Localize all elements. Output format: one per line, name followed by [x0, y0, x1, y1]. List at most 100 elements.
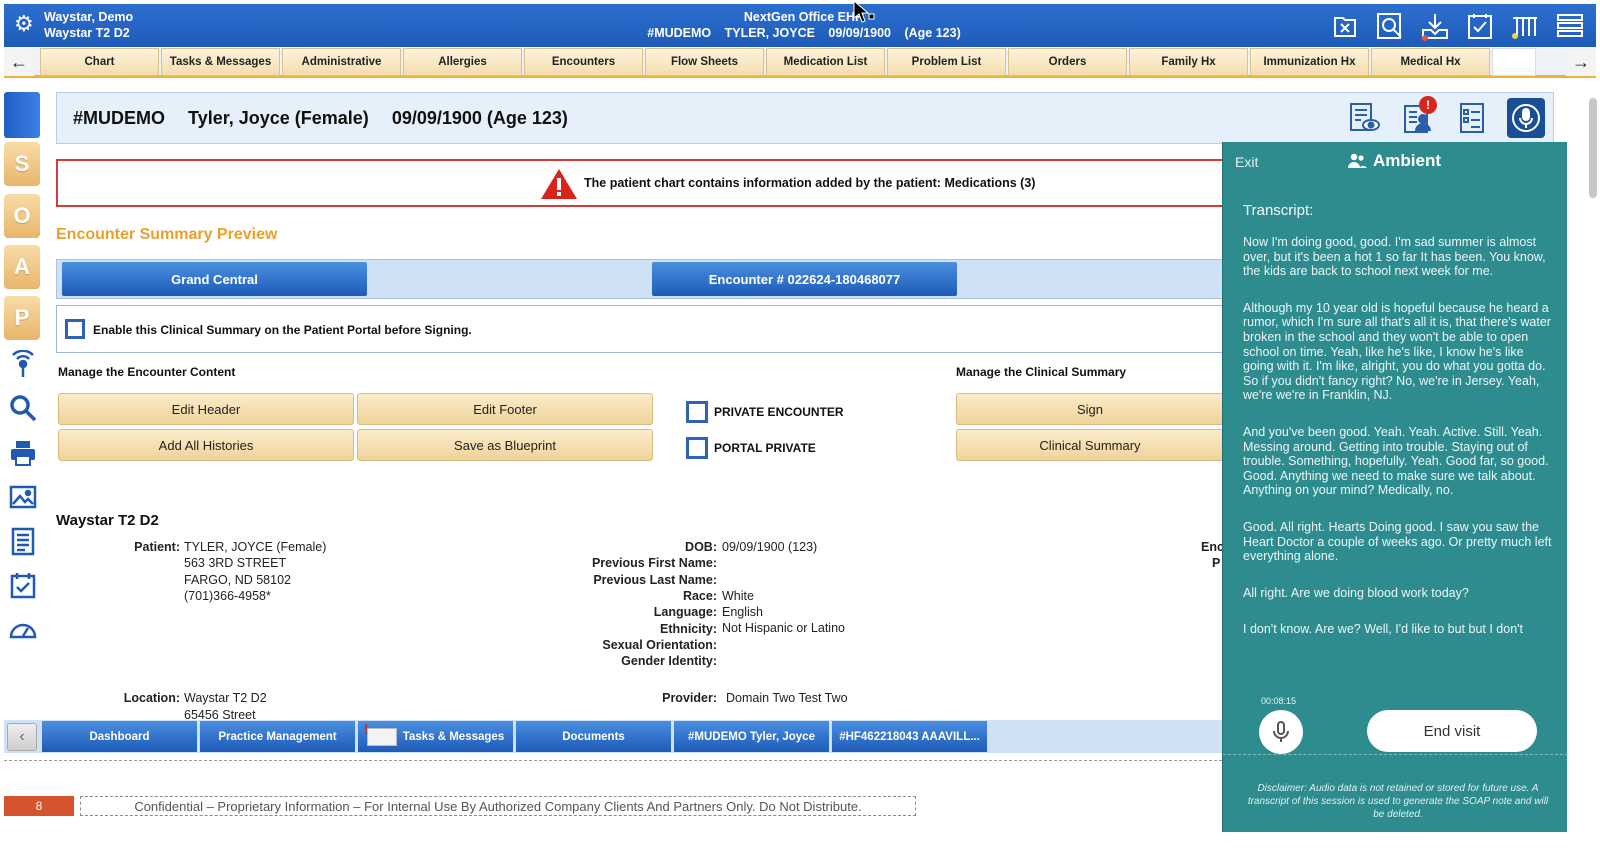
private-encounter-row: PRIVATE ENCOUNTER	[686, 401, 844, 423]
portal-private-row: PORTAL PRIVATE	[686, 437, 816, 459]
soap-o-button[interactable]: O	[4, 194, 40, 238]
nav-tab-medication-list[interactable]: Medication List	[766, 48, 885, 76]
scrollbar-thumb[interactable]	[1589, 98, 1597, 198]
enable-portal-checkbox[interactable]	[65, 319, 85, 339]
private-encounter-checkbox[interactable]	[686, 401, 708, 423]
clipped-label-p: P	[1212, 556, 1221, 570]
nav-tab-chart[interactable]: Chart	[40, 48, 159, 76]
sexual-orientation-label: Sexual Orientation:	[602, 637, 717, 652]
nav-right-arrow-icon[interactable]: →	[1566, 48, 1596, 76]
provider-label: Provider:	[662, 691, 717, 705]
nav-tab-encounters[interactable]: Encounters	[524, 48, 643, 76]
user-location: Waystar T2 D2	[44, 26, 130, 40]
notes-icon[interactable]	[8, 526, 38, 556]
patient-alert: The patient chart contains information a…	[56, 159, 1226, 207]
bottom-tab-patient-mudemo[interactable]: #MUDEMO Tyler, Joyce	[674, 721, 829, 752]
transcript-paragraph: Good. All right. Hearts Doing good. I sa…	[1243, 519, 1552, 564]
patient-address2: FARGO, ND 58102	[184, 573, 291, 587]
view-document-icon[interactable]	[1345, 98, 1383, 138]
page-number: 8	[4, 796, 74, 816]
prev-first-label: Previous First Name:	[591, 556, 717, 571]
bottom-tab-dashboard[interactable]: Dashboard	[42, 721, 197, 752]
bottom-tab-tasks-messages[interactable]: Tasks & Messages	[358, 721, 513, 752]
page-scrollbar[interactable]	[1567, 80, 1600, 848]
soap-p-button[interactable]: P	[4, 296, 40, 340]
nav-tab-immunization-hx[interactable]: Immunization Hx	[1250, 48, 1369, 76]
nav-tab-administrative[interactable]: Administrative	[282, 48, 401, 76]
private-encounter-label: PRIVATE ENCOUNTER	[714, 405, 844, 419]
ambient-title: Ambient	[1347, 151, 1441, 171]
user-name: Waystar, Demo	[44, 10, 134, 24]
gear-icon[interactable]: ⚙	[14, 13, 34, 35]
nav-tab-allergies[interactable]: Allergies	[403, 48, 522, 76]
location-label: Location:	[123, 691, 180, 705]
rail-home-button[interactable]	[4, 92, 40, 138]
bottom-tab-practice-management[interactable]: Practice Management	[200, 721, 355, 752]
portal-private-checkbox[interactable]	[686, 437, 708, 459]
nav-tabs-bar: ← Chart Tasks & Messages Administrative All…	[4, 48, 1596, 78]
manage-clinical-label: Manage the Clinical Summary	[956, 365, 1127, 379]
search-document-icon[interactable]	[1371, 7, 1408, 44]
menu-list-icon[interactable]	[1551, 7, 1588, 44]
clinical-summary-button[interactable]: Clinical Summary	[956, 429, 1224, 461]
people-icon	[1348, 153, 1367, 168]
close-chart-icon[interactable]	[1326, 7, 1363, 44]
edit-header-button[interactable]: Edit Header	[58, 393, 354, 425]
calendar-check-icon[interactable]	[8, 570, 38, 600]
patient-identity: #MUDEMO Tyler, Joyce (Female) 09/09/1900…	[73, 108, 586, 129]
section-title: Encounter Summary Preview	[56, 226, 278, 243]
encounter-number-button[interactable]: Encounter # 022624-180468077	[652, 262, 957, 296]
transcript-paragraph: Now I'm doing good, good. I'm sad summer…	[1243, 235, 1546, 279]
broadcast-icon[interactable]	[8, 350, 38, 380]
add-all-histories-button[interactable]: Add All Histories	[58, 429, 354, 461]
dashboard-gauge-icon[interactable]	[8, 614, 38, 644]
printer-icon[interactable]	[8, 438, 38, 468]
language-label: Language:	[653, 605, 717, 620]
patient-label: Patient:	[134, 540, 180, 554]
ambient-exit-button[interactable]: Exit	[1235, 154, 1258, 170]
recording-timer: 00:08:15	[1261, 696, 1297, 706]
sign-button[interactable]: Sign	[956, 393, 1224, 425]
ambient-disclaimer: Disclaimer: Audio data is not retained o…	[1247, 783, 1549, 820]
nav-tab-tasks-messages[interactable]: Tasks & Messages	[161, 48, 280, 76]
soap-a-button[interactable]: A	[4, 245, 40, 289]
dob-label: DOB:	[685, 540, 717, 554]
ethnicity-value: Not Hispanic or Latino	[722, 621, 845, 635]
header-patient-name: TYLER, JOYCE	[724, 26, 815, 40]
nav-left-arrow-icon[interactable]: ←	[4, 48, 34, 76]
end-visit-button[interactable]: End visit	[1367, 710, 1537, 752]
warning-icon	[541, 169, 577, 199]
nav-tab-flow-sheets[interactable]: Flow Sheets	[645, 48, 764, 76]
ambient-divider	[1223, 754, 1568, 755]
bottom-tab-documents[interactable]: Documents	[516, 721, 671, 752]
transcript-body[interactable]: Now I'm doing good, good. I'm sad summer…	[1243, 235, 1553, 675]
location-value: Waystar T2 D2	[184, 691, 267, 705]
download-icon[interactable]	[1416, 7, 1453, 44]
nav-tab-problem-list[interactable]: Problem List	[887, 48, 1006, 76]
patient-address1: 563 3RD STREET	[184, 556, 287, 570]
header-patient-info: #MUDEMO TYLER, JOYCE 09/09/1900 (Age 123…	[564, 25, 1044, 41]
patient-notes-icon[interactable]: !	[1399, 96, 1437, 138]
bottom-back-icon[interactable]: ‹	[7, 723, 37, 751]
header-toolbar	[1326, 7, 1588, 44]
edit-footer-button[interactable]: Edit Footer	[357, 393, 653, 425]
microphone-icon	[1273, 721, 1289, 742]
confidential-notice: Confidential – Proprietary Information –…	[80, 796, 916, 816]
transcript-paragraph: I don't know. Are we? Well, I'd like to …	[1243, 622, 1524, 637]
soap-s-button[interactable]: S	[4, 142, 40, 186]
user-info: Waystar, Demo Waystar T2 D2	[44, 9, 133, 41]
checklist-icon[interactable]	[1453, 98, 1491, 138]
microphone-button[interactable]	[1259, 710, 1303, 754]
bottom-tab-patient-hf[interactable]: #HF462218043 AAAVILL...	[832, 721, 987, 752]
search-icon[interactable]	[8, 393, 38, 423]
lab-tubes-icon[interactable]	[1506, 7, 1543, 44]
nav-tab-orders[interactable]: Orders	[1008, 48, 1127, 76]
patient-id: #MUDEMO	[73, 108, 166, 128]
tasks-check-icon[interactable]	[1461, 7, 1498, 44]
nav-tab-medical-hx[interactable]: Medical Hx	[1371, 48, 1490, 76]
image-icon[interactable]	[8, 482, 38, 512]
ambient-mic-icon[interactable]	[1507, 98, 1545, 138]
save-as-blueprint-button[interactable]: Save as Blueprint	[357, 429, 653, 461]
nav-tab-family-hx[interactable]: Family Hx	[1129, 48, 1248, 76]
grand-central-button[interactable]: Grand Central	[62, 262, 367, 296]
